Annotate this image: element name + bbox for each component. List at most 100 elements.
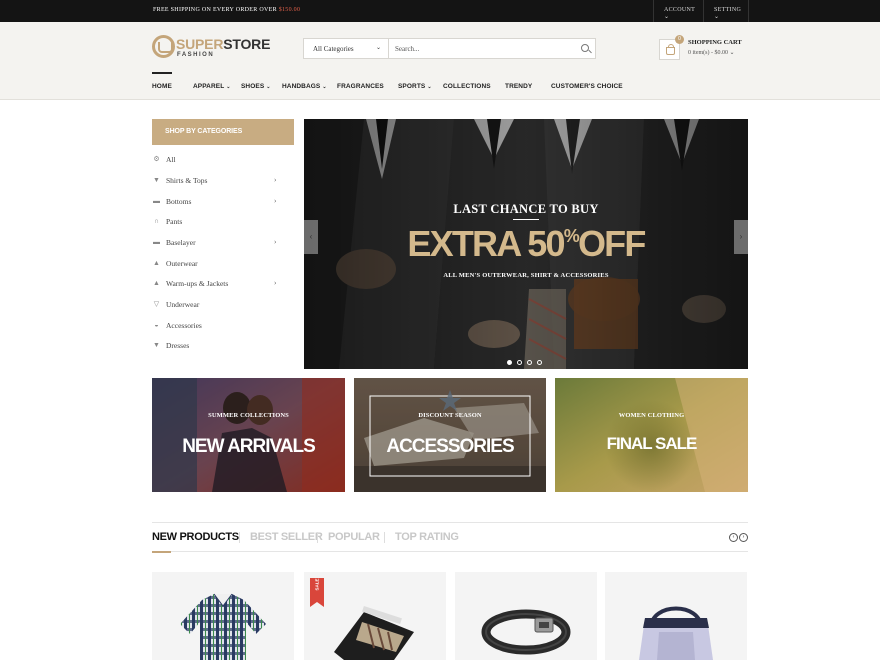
product-image-belt (481, 609, 571, 655)
product-card[interactable]: SALE (304, 572, 446, 660)
sidebar-item-underwear[interactable]: ▽ Underwear (152, 299, 294, 313)
nav-home[interactable]: HOME (152, 72, 172, 99)
nav-trendy[interactable]: TRENDY (505, 83, 532, 99)
nav-shoes[interactable]: SHOES ⌄ (241, 83, 271, 99)
sidebar-item-pants[interactable]: ∩ Pants (152, 216, 294, 230)
banner-subtitle: DISCOUNT SEASON (418, 412, 482, 419)
nav-apparel[interactable]: APPAREL ⌄ (193, 83, 231, 99)
tab-new-products[interactable]: NEW PRODUCTS (152, 531, 239, 543)
gear-icon: ⚙ (153, 155, 160, 163)
shirt-icon: ▼ (153, 176, 160, 184)
cart-title: SHOPPING CART (688, 39, 742, 46)
banner-new-arrivals[interactable]: SUMMER COLLECTIONS NEW ARRIVALS (152, 378, 345, 492)
sidebar-item-label: Shirts & Tops (166, 176, 208, 185)
shipping-label: FREE SHIPPING (153, 7, 201, 13)
product-card[interactable] (152, 572, 294, 660)
sidebar-item-label: Bottoms (166, 197, 192, 206)
banner-accessories[interactable]: DISCOUNT SEASON ACCESSORIES (354, 378, 546, 492)
slider-offer-off: OFF (577, 223, 646, 264)
account-dropdown[interactable]: ACCOUNT ⌄ (653, 0, 704, 22)
nav-label: CUSTOMER'S CHOICE (551, 83, 623, 90)
underwear-icon: ▽ (153, 300, 160, 308)
chevron-left-icon: ‹ (309, 232, 313, 241)
top-bar: FREE SHIPPING ON EVERY ORDER OVER $150.0… (0, 0, 880, 22)
sidebar-item-accessories[interactable]: ◒ Accessories (152, 320, 294, 334)
setting-dropdown[interactable]: SETTING ⌄ (703, 0, 749, 22)
sidebar-item-baselayer[interactable]: ▬ Baselayer › (152, 237, 294, 251)
banner-image-couple (152, 378, 345, 492)
slider-dot[interactable] (527, 360, 532, 365)
sidebar-item-label: Outerwear (166, 259, 198, 268)
shopping-cart[interactable]: 0 SHOPPING CART 0 item(s) - $0.00 ⌄ (659, 35, 759, 61)
banner-final-sale[interactable]: WOMEN CLOTHING FINAL SALE (555, 378, 748, 492)
nav-label: TRENDY (505, 83, 533, 90)
logo-word-super: SUPER (176, 36, 224, 52)
category-select[interactable]: All Categories ⌄ (304, 39, 389, 58)
category-sidebar: SHOP BY CATEGORIES ⚙ All ▼ Shirts & Tops › … (152, 119, 294, 350)
sidebar-item-outerwear[interactable]: ▲ Outerwear (152, 258, 294, 272)
cap-icon: ◒ (154, 321, 159, 329)
sidebar-item-warmups-jackets[interactable]: ▲ Warm-ups & Jackets › (152, 278, 294, 292)
chevron-right-icon: › (274, 176, 277, 184)
sidebar-item-shirts-tops[interactable]: ▼ Shirts & Tops › (152, 175, 294, 189)
nav-sports[interactable]: SPORTS ⌄ (398, 83, 432, 99)
pants-icon: ∩ (153, 217, 160, 225)
banner-subtitle: WOMEN CLOTHING (618, 412, 685, 419)
slider-pagination (507, 352, 547, 365)
nav-fragrances[interactable]: FRAGRANCES (337, 83, 384, 99)
slider-dot[interactable] (537, 360, 542, 365)
nav-label: HOME (152, 83, 172, 90)
nav-customers-choice[interactable]: CUSTOMER'S CHOICE (551, 83, 623, 99)
sidebar-item-dresses[interactable]: ▼ Dresses (152, 340, 294, 354)
chevron-down-icon: ⌄ (664, 14, 670, 20)
sidebar-item-label: Dresses (166, 341, 190, 350)
chevron-down-icon: ⌄ (427, 84, 432, 90)
chevron-right-icon: › (274, 197, 277, 205)
product-card[interactable] (605, 572, 747, 660)
chevron-right-icon: › (739, 232, 743, 241)
slider-subline: ALL MEN'S OUTERWEAR, SHIRT & ACCESSORIES (443, 272, 609, 279)
tab-best-seller[interactable]: BEST SELLER (250, 531, 323, 543)
dress-icon: ▼ (153, 341, 160, 349)
slider-offer-value: EXTRA 50 (407, 223, 565, 264)
search-input[interactable]: Search... (395, 45, 419, 53)
chevron-down-icon: ⌄ (226, 84, 231, 90)
nav-label: SHOES (241, 83, 265, 90)
products-prev-button[interactable]: ‹ (729, 533, 738, 542)
search-icon[interactable] (581, 44, 589, 52)
cart-summary[interactable]: 0 item(s) - $0.00 ⌄ (688, 49, 735, 56)
tab-popular[interactable]: POPULAR (328, 531, 380, 543)
banner-subtitle: SUMMER COLLECTIONS (208, 412, 289, 419)
setting-label: SETTING (714, 7, 742, 13)
shipping-text: ON EVERY ORDER OVER (201, 7, 277, 13)
product-tabs: NEW PRODUCTS BEST SELLER POPULAR TOP RAT… (152, 522, 748, 553)
nav-label: COLLECTIONS (443, 83, 491, 90)
slider-dot[interactable] (507, 360, 512, 365)
logo-tagline: FASHION (177, 52, 215, 58)
tab-active-underline (152, 551, 171, 553)
jacket-icon: ▲ (153, 259, 160, 267)
shopping-bag-icon (666, 44, 675, 55)
slider-headline: LAST CHANCE TO BUY (453, 202, 599, 216)
sidebar-item-label: Warm-ups & Jackets (166, 279, 229, 288)
store-logo[interactable]: SUPERSTORE FASHION (152, 35, 270, 61)
tab-divider (317, 532, 318, 543)
sidebar-item-label: Underwear (166, 300, 200, 309)
nav-collections[interactable]: COLLECTIONS (443, 83, 491, 99)
chevron-right-icon: › (274, 279, 277, 287)
slider-dot[interactable] (517, 360, 522, 365)
slider-prev-button[interactable]: ‹ (304, 220, 318, 254)
hero-slider[interactable]: LAST CHANCE TO BUY EXTRA 50%OFF ALL MEN'… (304, 119, 748, 369)
logo-word-store: STORE (223, 36, 271, 52)
slider-next-button[interactable]: › (734, 220, 748, 254)
sidebar-item-bottoms[interactable]: ▬ Bottoms › (152, 196, 294, 210)
free-shipping-notice: FREE SHIPPING ON EVERY ORDER OVER $150.0… (153, 7, 300, 13)
product-image-plaid-shirt (180, 593, 266, 660)
sidebar-item-all[interactable]: ⚙ All (152, 154, 294, 168)
product-card[interactable] (455, 572, 597, 660)
nav-handbags[interactable]: HANDBAGS ⌄ (282, 83, 327, 99)
slider-offer-percent: % (563, 226, 580, 246)
hoodie-icon: ▲ (153, 279, 160, 287)
tab-top-rating[interactable]: TOP RATING (395, 531, 459, 543)
products-next-button[interactable]: › (739, 533, 748, 542)
